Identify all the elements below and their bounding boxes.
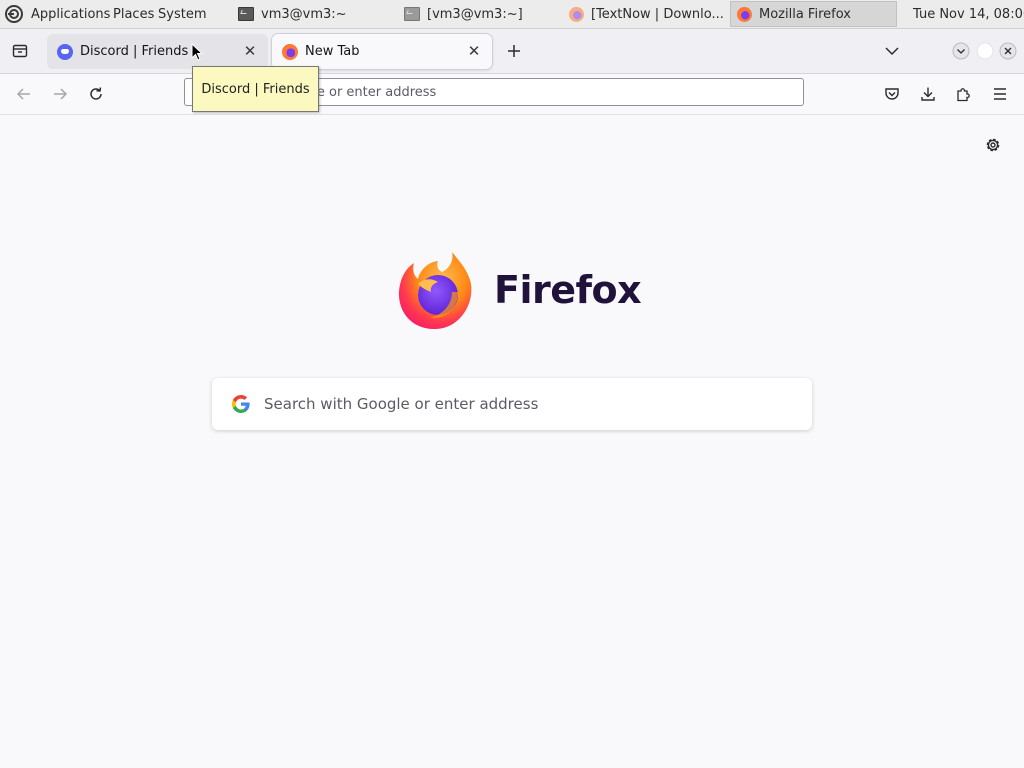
discord-icon bbox=[57, 43, 73, 60]
address-bar-placeholder: gle or enter address bbox=[305, 84, 437, 100]
tab-title: New Tab bbox=[305, 44, 360, 59]
arrow-left-icon bbox=[16, 88, 30, 100]
firefox-logo-icon bbox=[398, 252, 472, 330]
google-icon bbox=[232, 395, 250, 413]
taskbar-item-textnow[interactable]: [TextNow | Downlo... bbox=[563, 1, 727, 27]
taskbar-item-label: vm3@vm3:~ bbox=[261, 6, 347, 22]
puzzle-piece-icon bbox=[957, 88, 970, 102]
applications-menu[interactable]: Applications bbox=[31, 0, 110, 28]
terminal-icon bbox=[238, 7, 254, 21]
plus-icon bbox=[508, 45, 520, 57]
pocket-button[interactable] bbox=[879, 81, 905, 107]
reload-icon bbox=[90, 87, 102, 100]
system-menu[interactable]: System bbox=[158, 0, 206, 28]
back-button[interactable] bbox=[11, 81, 37, 107]
arrow-right-icon bbox=[54, 88, 68, 100]
taskbar-item-terminal-minimized[interactable]: [vm3@vm3:~] bbox=[398, 1, 558, 27]
search-placeholder: Search with Google or enter address bbox=[264, 395, 539, 413]
new-tab-button[interactable] bbox=[501, 38, 527, 64]
terminal-icon bbox=[404, 7, 420, 21]
taskbar-item-label: Mozilla Firefox bbox=[759, 6, 851, 22]
gear-icon bbox=[986, 138, 1000, 152]
personalize-button[interactable] bbox=[983, 135, 1003, 155]
places-menu[interactable]: Places bbox=[113, 0, 154, 28]
app-menu-button[interactable] bbox=[987, 81, 1013, 107]
close-icon bbox=[999, 42, 1017, 60]
close-tab-button[interactable]: ✕ bbox=[242, 43, 258, 59]
taskbar-item-terminal[interactable]: vm3@vm3:~ bbox=[232, 1, 392, 27]
extensions-button[interactable] bbox=[951, 81, 977, 107]
search-input[interactable]: Search with Google or enter address bbox=[212, 378, 812, 430]
minimize-button[interactable] bbox=[948, 38, 974, 64]
tab-new-tab[interactable]: New Tab ✕ bbox=[272, 34, 492, 69]
chevron-down-icon bbox=[885, 47, 899, 56]
downloads-button[interactable] bbox=[915, 81, 941, 107]
close-window-button[interactable] bbox=[995, 38, 1021, 64]
firefox-icon bbox=[569, 6, 584, 22]
firefox-icon bbox=[282, 43, 298, 60]
pocket-icon bbox=[885, 88, 899, 100]
reload-button[interactable] bbox=[83, 81, 109, 107]
firefox-view-button[interactable] bbox=[7, 38, 33, 64]
forward-button[interactable] bbox=[47, 81, 73, 107]
close-tab-button[interactable]: ✕ bbox=[466, 43, 482, 59]
navigation-toolbar: gle or enter address bbox=[0, 74, 1024, 115]
clock[interactable]: Tue Nov 14, 08:06 bbox=[913, 0, 1024, 28]
taskbar-item-firefox[interactable]: Mozilla Firefox bbox=[730, 1, 897, 27]
minimize-icon bbox=[952, 42, 970, 60]
tab-title: Discord | Friends bbox=[80, 44, 189, 59]
hamburger-menu-icon bbox=[994, 88, 1006, 100]
tab-strip: Discord | Friends ✕ New Tab ✕ bbox=[0, 29, 1024, 74]
list-all-tabs-button[interactable] bbox=[879, 38, 905, 64]
mouse-pointer-icon bbox=[191, 43, 203, 61]
maximize-icon bbox=[976, 42, 994, 60]
taskbar-item-label: [vm3@vm3:~] bbox=[427, 6, 523, 22]
tab-tooltip: Discord | Friends bbox=[192, 66, 319, 112]
download-icon bbox=[921, 87, 935, 101]
firefox-view-icon bbox=[12, 44, 28, 58]
tab-discord[interactable]: Discord | Friends ✕ bbox=[47, 34, 268, 69]
distro-logo-icon[interactable] bbox=[4, 0, 24, 28]
system-panel: Applications Places System vm3@vm3:~ [vm… bbox=[0, 0, 1024, 29]
taskbar-item-label: [TextNow | Downlo... bbox=[591, 6, 724, 22]
firefox-logo: Firefox bbox=[396, 248, 642, 332]
firefox-wordmark: Firefox bbox=[494, 268, 642, 312]
firefox-icon bbox=[737, 6, 752, 22]
